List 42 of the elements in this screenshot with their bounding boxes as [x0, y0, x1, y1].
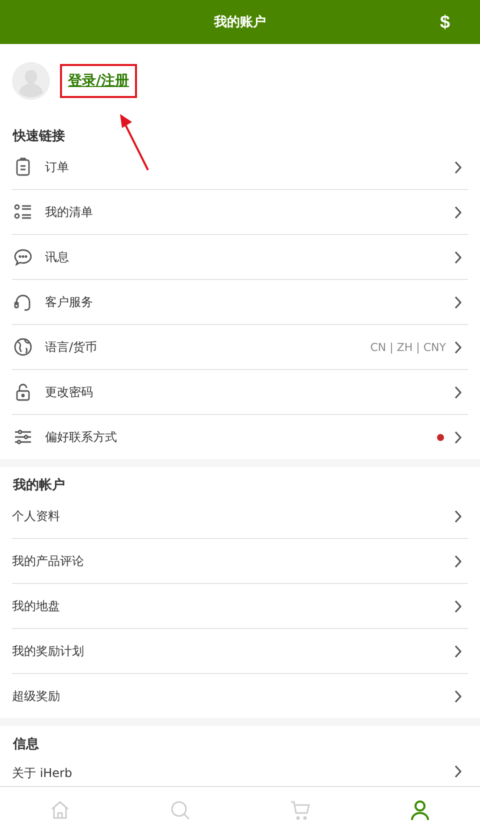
- menu-item[interactable]: 我的清单: [12, 190, 468, 235]
- current-setting: CN | ZH | CNY: [370, 340, 446, 354]
- chevron-icon: [454, 510, 462, 522]
- chevron-icon: [454, 690, 462, 702]
- chevron-icon: [454, 600, 462, 612]
- chevron-icon: [454, 250, 462, 264]
- section-heading: 快速链接: [11, 128, 66, 145]
- headset-icon: [13, 292, 33, 312]
- menu-item[interactable]: 我的奖励计划: [12, 629, 468, 674]
- sliders-icon: [13, 427, 33, 447]
- menu-item[interactable]: 关于 iHerb: [12, 753, 468, 786]
- section-heading: 信息: [12, 736, 40, 753]
- menu-item[interactable]: 更改密码: [12, 370, 468, 415]
- login-link[interactable]: 登录/注册: [60, 64, 138, 98]
- chevron-icon: [454, 340, 462, 354]
- cart-icon[interactable]: [289, 798, 311, 820]
- section-heading: 我的帐户: [12, 476, 66, 494]
- chevron-icon: [454, 296, 462, 308]
- menu-item[interactable]: 我的地盘: [12, 584, 468, 629]
- menu-item[interactable]: 语言/货币 CN | ZH | CNY: [12, 325, 468, 370]
- avatar-icon: [12, 62, 50, 100]
- menu-item[interactable]: 个人资料: [12, 494, 468, 539]
- chat-bubble-icon: [13, 247, 33, 267]
- menu-item[interactable]: 我的产品评论: [12, 539, 468, 584]
- page-title: 我的账户: [214, 14, 266, 31]
- chevron-icon: [454, 160, 462, 174]
- chevron-icon: [454, 765, 462, 778]
- chevron-icon: [454, 206, 462, 218]
- menu-item[interactable]: 讯息: [12, 235, 468, 280]
- search-icon[interactable]: [169, 798, 191, 820]
- chevron-icon: [454, 386, 462, 398]
- currency-icon[interactable]: $: [440, 10, 450, 34]
- menu-item[interactable]: 客户服务: [12, 280, 468, 325]
- menu-item[interactable]: 偏好联系方式: [12, 415, 468, 459]
- chevron-icon: [454, 430, 462, 444]
- home-icon[interactable]: [49, 798, 71, 820]
- menu-item[interactable]: 超级奖励: [12, 674, 468, 718]
- person-icon[interactable]: [409, 798, 431, 820]
- menu-item[interactable]: 订单: [12, 145, 468, 190]
- chevron-icon: [454, 554, 462, 568]
- chevron-icon: [454, 644, 462, 658]
- globe-icon: [13, 337, 33, 357]
